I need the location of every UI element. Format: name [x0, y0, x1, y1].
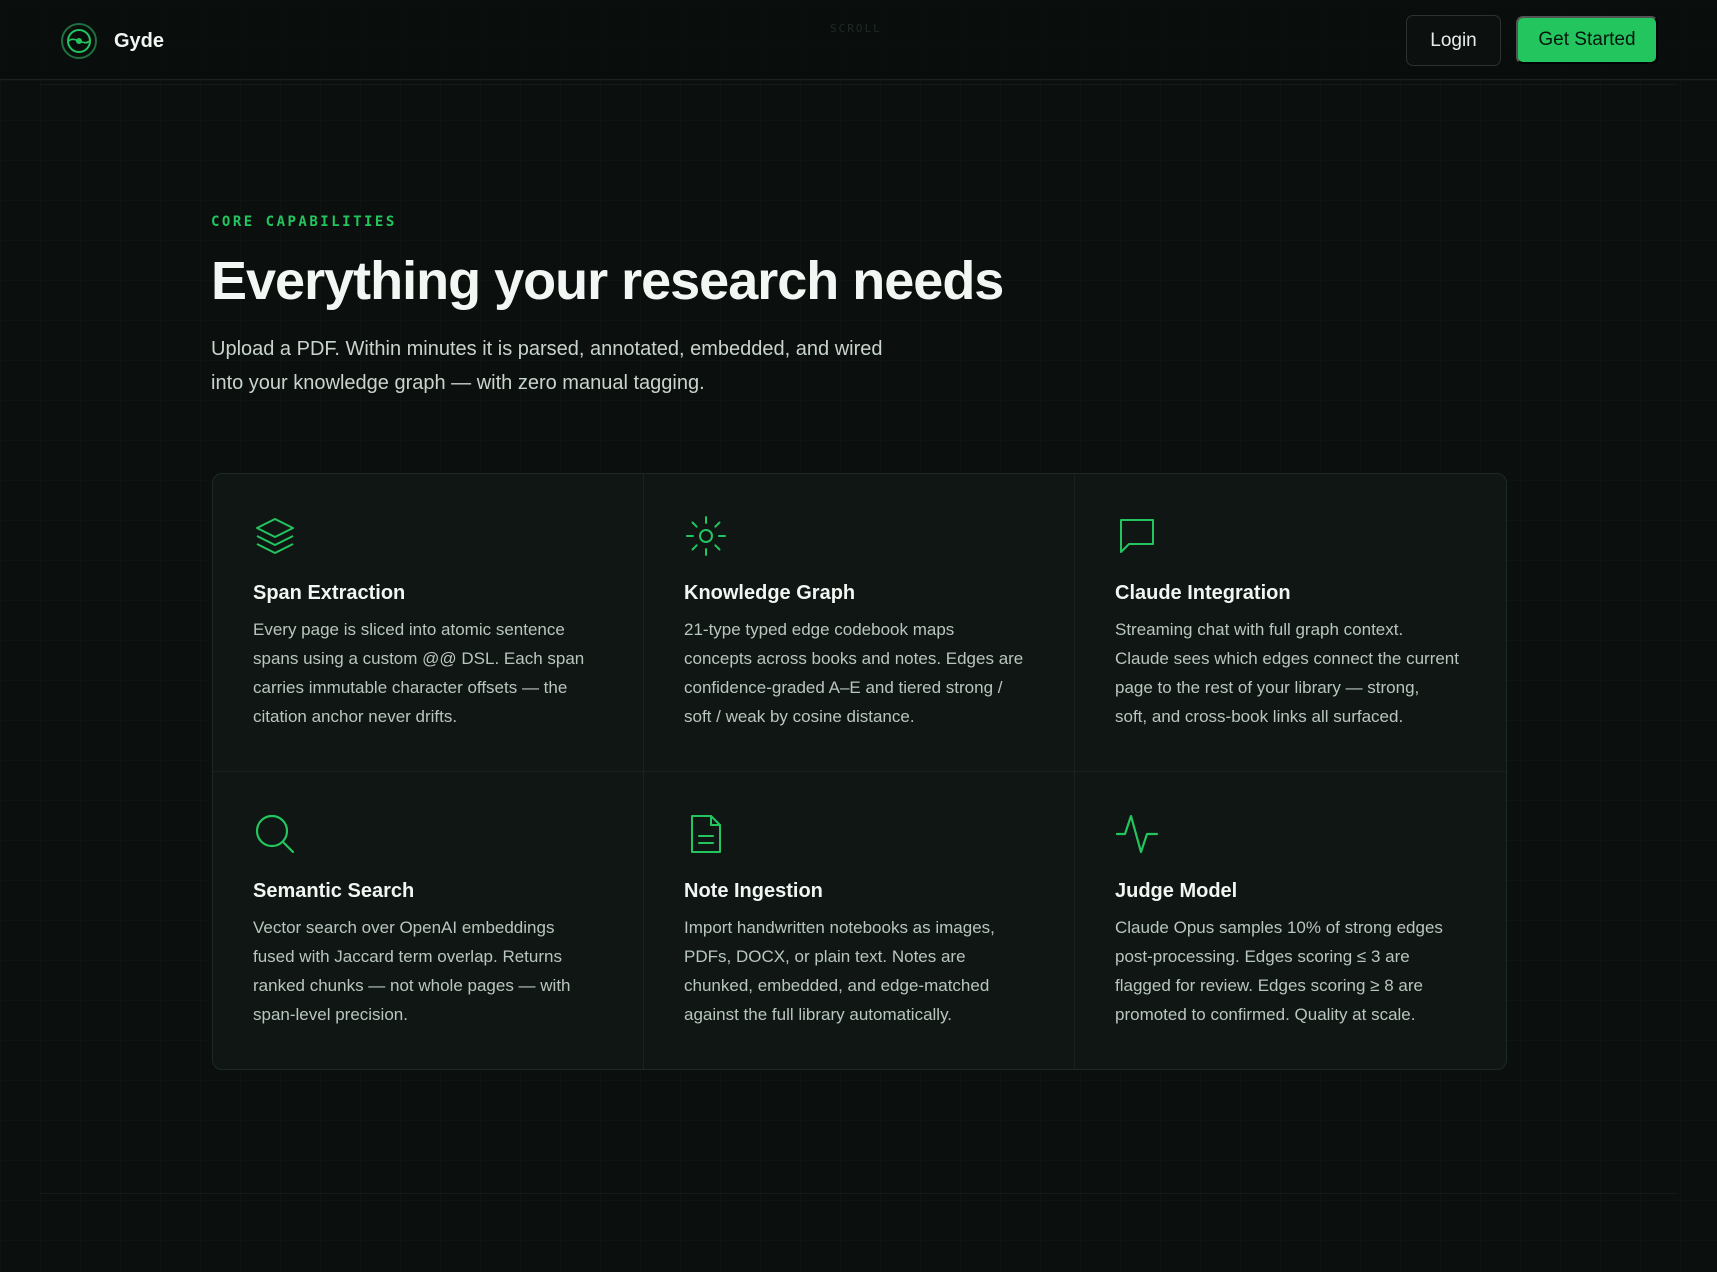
- document-icon: [691, 815, 721, 853]
- features-grid: Span Extraction Every page is sliced int…: [212, 473, 1507, 1070]
- desc-line: soft, and cross-book links all surfaced.: [1115, 707, 1404, 726]
- desc-line: flagged for review. Edges scoring ≥ 8 ar…: [1115, 976, 1423, 995]
- section-eyebrow: CORE CAPABILITIES: [211, 214, 397, 230]
- scroll-hint: SCROLL: [830, 22, 882, 35]
- gyde-logo-icon: [61, 23, 97, 59]
- chat-bubble-icon: [1120, 519, 1154, 553]
- section-title: Everything your research needs: [211, 251, 1004, 311]
- desc-line: fused with Jaccard term overlap. Returns: [253, 947, 562, 966]
- brand-logo[interactable]: Gyde: [60, 22, 164, 60]
- desc-line: Every page is sliced into atomic sentenc…: [253, 620, 565, 639]
- desc-line: carries immutable character offsets — th…: [253, 678, 568, 697]
- desc-line: promoted to confirmed. Quality at scale.: [1115, 1005, 1416, 1024]
- desc-line: ranked chunks — not whole pages — with: [253, 976, 571, 995]
- feature-card-note-ingestion: Note Ingestion Import handwritten notebo…: [644, 772, 1075, 1069]
- feature-description: Streaming chat with full graph context. …: [1115, 615, 1475, 731]
- feature-description: Claude Opus samples 10% of strong edges …: [1115, 913, 1475, 1029]
- feature-description: Import handwritten notebooks as images, …: [684, 913, 1044, 1029]
- desc-line: Import handwritten notebooks as images,: [684, 918, 995, 937]
- feature-title: Span Extraction: [253, 582, 406, 604]
- desc-line: page to the rest of your library — stron…: [1115, 678, 1420, 697]
- desc-line: Streaming chat with full graph context.: [1115, 620, 1404, 639]
- layers-icon: [256, 518, 294, 554]
- divider: [40, 1193, 1677, 1194]
- desc-line: Claude Opus samples 10% of strong edges: [1115, 918, 1443, 937]
- desc-line: citation anchor never drifts.: [253, 707, 458, 726]
- feature-description: Every page is sliced into atomic sentenc…: [253, 615, 613, 731]
- section-subtitle: Upload a PDF. Within minutes it is parse…: [211, 332, 911, 400]
- desc-line: soft / weak by cosine distance.: [684, 707, 915, 726]
- brand-name: Gyde: [114, 29, 165, 52]
- desc-line: concepts across books and notes. Edges a…: [684, 649, 1024, 668]
- sun-icon: [686, 516, 726, 556]
- desc-line: against the full library automatically.: [684, 1005, 953, 1024]
- feature-description: Vector search over OpenAI embeddings fus…: [253, 913, 613, 1029]
- feature-card-judge-model: Judge Model Claude Opus samples 10% of s…: [1075, 772, 1506, 1069]
- subtitle-line: into your knowledge graph — with zero ma…: [211, 372, 705, 394]
- desc-line: confidence-graded A–E and tiered strong …: [684, 678, 1003, 697]
- activity-icon: [1115, 814, 1159, 854]
- desc-line: span-level precision.: [253, 1005, 408, 1024]
- search-icon: [255, 814, 295, 854]
- feature-title: Note Ingestion: [684, 880, 823, 902]
- desc-line: spans using a custom @@ DSL. Each span: [253, 649, 585, 668]
- feature-card-semantic-search: Semantic Search Vector search over OpenA…: [213, 772, 644, 1069]
- feature-card-span-extraction: Span Extraction Every page is sliced int…: [213, 474, 644, 772]
- feature-description: 21-type typed edge codebook maps concept…: [684, 615, 1044, 731]
- feature-title: Semantic Search: [253, 880, 415, 902]
- top-navigation-bar: Gyde SCROLL Login Get Started: [0, 0, 1717, 80]
- desc-line: post-processing. Edges scoring ≤ 3 are: [1115, 947, 1410, 966]
- feature-title: Judge Model: [1115, 880, 1238, 902]
- desc-line: Claude sees which edges connect the curr…: [1115, 649, 1459, 668]
- feature-card-knowledge-graph: Knowledge Graph 21-type typed edge codeb…: [644, 474, 1075, 772]
- desc-line: Vector search over OpenAI embeddings: [253, 918, 555, 937]
- subtitle-line: Upload a PDF. Within minutes it is parse…: [211, 338, 883, 360]
- get-started-button[interactable]: Get Started: [1516, 16, 1658, 64]
- login-button[interactable]: Login: [1406, 15, 1501, 66]
- feature-title: Claude Integration: [1115, 582, 1291, 604]
- feature-card-claude-integration: Claude Integration Streaming chat with f…: [1075, 474, 1506, 772]
- feature-title: Knowledge Graph: [684, 582, 856, 604]
- desc-line: chunked, embedded, and edge-matched: [684, 976, 990, 995]
- desc-line: 21-type typed edge codebook maps: [684, 620, 955, 639]
- divider: [40, 84, 1677, 85]
- desc-line: PDFs, DOCX, or plain text. Notes are: [684, 947, 966, 966]
